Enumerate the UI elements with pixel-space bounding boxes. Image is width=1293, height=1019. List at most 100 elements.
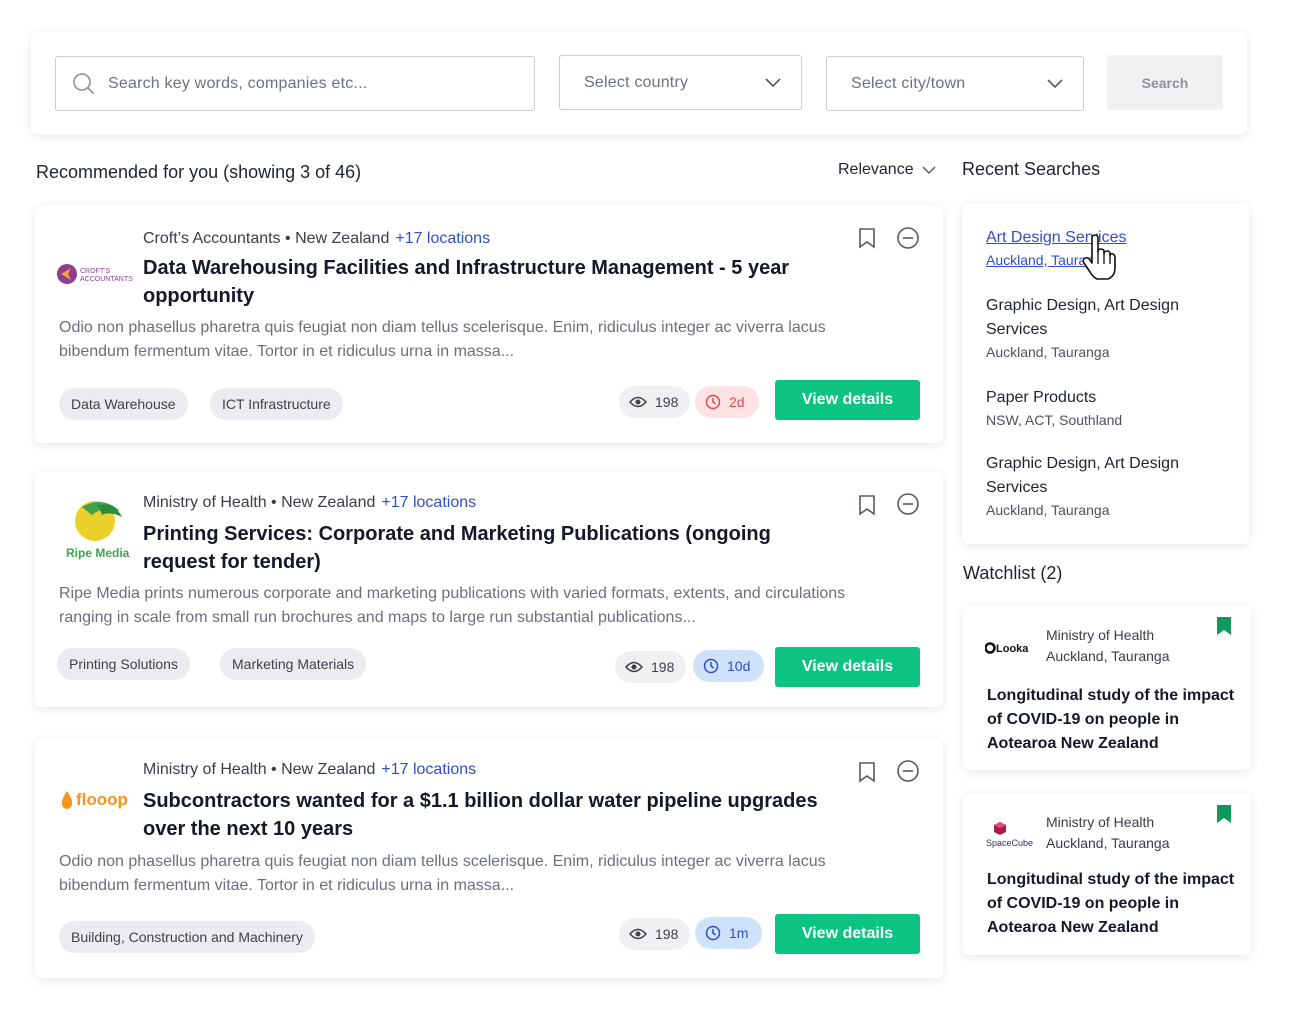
- tag[interactable]: Building, Construction and Machinery: [59, 921, 315, 953]
- flooop-logo: flooop: [57, 765, 137, 835]
- hand-cursor-icon: [1082, 234, 1116, 280]
- svg-text:CROFT'S: CROFT'S: [80, 268, 110, 275]
- listing-card[interactable]: flooop Ministry of Health • New Zealand +…: [35, 739, 943, 978]
- listing-title[interactable]: Data Warehousing Facilities and Infrastr…: [143, 254, 843, 310]
- clock-icon: [705, 394, 721, 410]
- tag[interactable]: Printing Solutions: [57, 648, 190, 680]
- bookmark-icon[interactable]: [858, 494, 876, 516]
- locations-link[interactable]: +17 locations: [381, 494, 476, 511]
- watch-locations: Auckland, Tauranga: [1046, 835, 1170, 851]
- listing-meta: Ministry of Health • New Zealand +17 loca…: [143, 494, 477, 511]
- watchlist-card[interactable]: SpaceCube Ministry of Health Auckland, T…: [963, 794, 1251, 955]
- eye-icon: [629, 928, 647, 940]
- listing-meta: Ministry of Health • New Zealand +17 loca…: [143, 761, 477, 778]
- time-left-badge: 1m: [695, 917, 763, 949]
- results-heading: Recommended for you (showing 3 of 46): [36, 162, 362, 182]
- view-count: 198: [619, 386, 691, 418]
- recent-search-title: Graphic Design, Art Design Services: [986, 455, 1179, 496]
- search-input-placeholder: Search key words, companies etc...: [108, 74, 368, 92]
- eye-icon: [629, 396, 647, 408]
- eye-icon: [625, 661, 643, 673]
- view-details-button[interactable]: View details: [775, 380, 920, 420]
- listing-description: Odio non phasellus pharetra quis feugiat…: [59, 319, 826, 360]
- sort-label: Relevance: [838, 161, 914, 178]
- time-left-badge: 10d: [693, 650, 765, 682]
- recent-search-title: Graphic Design, Art Design Services: [986, 297, 1179, 338]
- watchlist-heading: Watchlist (2): [963, 563, 1063, 583]
- watch-locations: Auckland, Tauranga: [1046, 648, 1170, 664]
- chevron-down-icon: [765, 77, 781, 87]
- watch-org: Ministry of Health: [1046, 627, 1155, 643]
- watch-title[interactable]: Longitudinal study of the impact of COVI…: [987, 868, 1237, 940]
- search-icon: [73, 72, 94, 94]
- listing-org: Ministry of Health: [143, 761, 267, 778]
- listing-description: Odio non phasellus pharetra quis feugiat…: [59, 853, 826, 894]
- minus-circle-icon[interactable]: [896, 759, 920, 783]
- search-bar: Search key words, companies etc... Selec…: [31, 32, 1247, 134]
- bookmark-filled-icon[interactable]: [1215, 616, 1233, 636]
- country-select[interactable]: Select country: [559, 55, 802, 110]
- time-left-value: 10d: [727, 658, 751, 674]
- listing-country: New Zealand: [281, 494, 376, 511]
- view-count: 198: [615, 651, 687, 683]
- time-left-value: 1m: [729, 925, 749, 941]
- view-details-button[interactable]: View details: [775, 914, 920, 954]
- search-input[interactable]: Search key words, companies etc...: [55, 56, 535, 111]
- listing-org: Croft’s Accountants: [143, 230, 281, 247]
- view-details-button[interactable]: View details: [775, 647, 920, 687]
- spacecube-logo: SpaceCube: [985, 816, 1037, 852]
- croft-accountants-logo: CROFT'S ACCOUNTANTS: [57, 239, 137, 309]
- chevron-down-icon: [1047, 78, 1063, 88]
- svg-text:Looka: Looka: [996, 643, 1029, 655]
- looka-logo: Looka: [985, 630, 1037, 666]
- tag[interactable]: Data Warehouse: [59, 388, 188, 420]
- recent-search-item[interactable]: Graphic Design, Art Design Services Auck…: [986, 294, 1236, 360]
- svg-text:Ripe Media: Ripe Media: [66, 546, 130, 560]
- listing-card[interactable]: Ripe Media Ministry of Health • New Zeal…: [35, 472, 943, 707]
- bookmark-icon[interactable]: [858, 761, 876, 783]
- view-count-value: 198: [655, 394, 679, 410]
- listing-org: Ministry of Health: [143, 494, 267, 511]
- recent-search-item[interactable]: Paper Products NSW, ACT, Southland: [986, 386, 1236, 428]
- listing-card[interactable]: CROFT'S ACCOUNTANTS Croft’s Accountants …: [35, 205, 943, 443]
- chevron-down-icon: [922, 165, 936, 174]
- watch-org: Ministry of Health: [1046, 814, 1155, 830]
- tag[interactable]: Marketing Materials: [220, 648, 367, 680]
- svg-text:SpaceCube: SpaceCube: [986, 838, 1033, 848]
- search-button[interactable]: Search: [1107, 55, 1223, 110]
- minus-circle-icon[interactable]: [896, 226, 920, 250]
- bookmark-filled-icon[interactable]: [1215, 804, 1233, 824]
- city-select[interactable]: Select city/town: [826, 56, 1084, 111]
- listing-meta: Croft’s Accountants • New Zealand +17 loc…: [143, 230, 491, 247]
- bookmark-icon[interactable]: [858, 227, 876, 249]
- locations-link[interactable]: +17 locations: [395, 230, 490, 247]
- view-count-value: 198: [651, 659, 675, 675]
- svg-text:flooop: flooop: [76, 790, 128, 809]
- city-select-value: Select city/town: [851, 74, 966, 92]
- watch-title[interactable]: Longitudinal study of the impact of COVI…: [987, 684, 1237, 756]
- minus-circle-icon[interactable]: [896, 492, 920, 516]
- watch-meta: Ministry of Health Auckland, Tauranga: [1046, 625, 1170, 667]
- listing-title[interactable]: Printing Services: Corporate and Marketi…: [143, 520, 843, 576]
- recent-search-locations: Auckland, Tauranga: [986, 344, 1110, 360]
- locations-link[interactable]: +17 locations: [381, 761, 476, 778]
- listing-title[interactable]: Subcontractors wanted for a $1.1 billion…: [143, 787, 843, 843]
- watchlist-card[interactable]: Looka Ministry of Health Auckland, Taura…: [963, 606, 1251, 770]
- clock-icon: [703, 658, 719, 674]
- listing-country: New Zealand: [281, 761, 376, 778]
- ripe-media-logo: Ripe Media: [57, 492, 137, 562]
- view-count: 198: [619, 918, 691, 950]
- svg-text:ACCOUNTANTS: ACCOUNTANTS: [80, 276, 133, 283]
- tag[interactable]: ICT Infrastructure: [210, 388, 343, 420]
- recent-search-locations: NSW, ACT, Southland: [986, 412, 1123, 428]
- time-left-value: 2d: [729, 394, 745, 410]
- time-left-badge: 2d: [695, 386, 759, 418]
- clock-icon: [705, 925, 721, 941]
- sort-dropdown[interactable]: Relevance: [838, 161, 936, 179]
- recent-search-title: Paper Products: [986, 389, 1097, 406]
- recent-search-locations: Auckland, Tauranga: [986, 502, 1110, 518]
- recent-searches-heading: Recent Searches: [962, 159, 1101, 179]
- watch-meta: Ministry of Health Auckland, Tauranga: [1046, 812, 1170, 854]
- view-count-value: 198: [655, 926, 679, 942]
- recent-search-item[interactable]: Graphic Design, Art Design Services Auck…: [986, 452, 1236, 518]
